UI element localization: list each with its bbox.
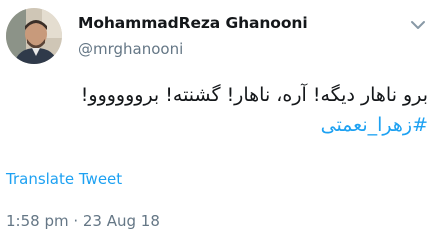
tweet-text: برو ناهار دیگه! آره، ناهار! گشنته! برووو… bbox=[8, 80, 428, 140]
tweet-text-line: برو ناهار دیگه! آره، ناهار! گشنته! برووو… bbox=[80, 84, 428, 106]
translate-tweet-link[interactable]: Translate Tweet bbox=[6, 170, 122, 188]
chevron-down-icon[interactable] bbox=[410, 16, 426, 29]
tweet-card: MohammadReza Ghanooni @mrghanooni برو نا… bbox=[0, 0, 435, 242]
hashtag-link[interactable]: #زهرا_نعمتی bbox=[8, 110, 428, 140]
tweet-timestamp[interactable]: 1:58 pm · 23 Aug 18 bbox=[6, 212, 160, 230]
author-display-name[interactable]: MohammadReza Ghanooni bbox=[78, 14, 308, 32]
avatar[interactable] bbox=[6, 8, 62, 64]
author-handle[interactable]: @mrghanooni bbox=[78, 40, 183, 58]
avatar-image bbox=[6, 8, 62, 64]
